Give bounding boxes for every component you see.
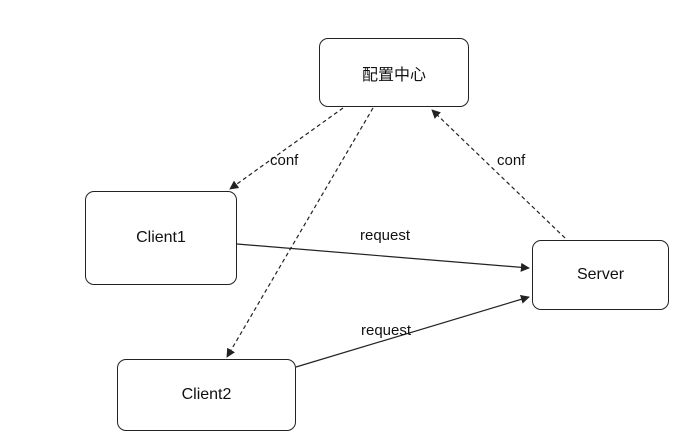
edge-client2-to-server — [295, 295, 530, 368]
client2-label: Client2 — [181, 386, 232, 403]
edge-server-to-config — [431, 109, 566, 239]
edge-label-request-client1-server: request — [360, 227, 411, 244]
edge-config-to-client1 — [229, 107, 344, 190]
client2-node[interactable]: Client2 — [117, 359, 296, 431]
edge-label-conf-config-client1: conf — [270, 152, 299, 169]
edge-label-request-client2-server: request — [361, 322, 412, 339]
client1-node[interactable]: Client1 — [85, 191, 237, 285]
config-center-node[interactable]: 配置中心 — [319, 38, 469, 107]
edge-client1-to-server — [236, 243, 530, 272]
edge-label-conf-server-config: conf — [497, 152, 526, 169]
server-node[interactable]: Server — [532, 240, 669, 310]
client1-label: Client1 — [136, 229, 186, 246]
config-center-label: 配置中心 — [361, 66, 426, 84]
server-label: Server — [576, 266, 625, 283]
edge-config-to-client2 — [226, 107, 374, 358]
architecture-diagram: 配置中心 Client1 Server Client2 conf conf re… — [0, 0, 688, 441]
